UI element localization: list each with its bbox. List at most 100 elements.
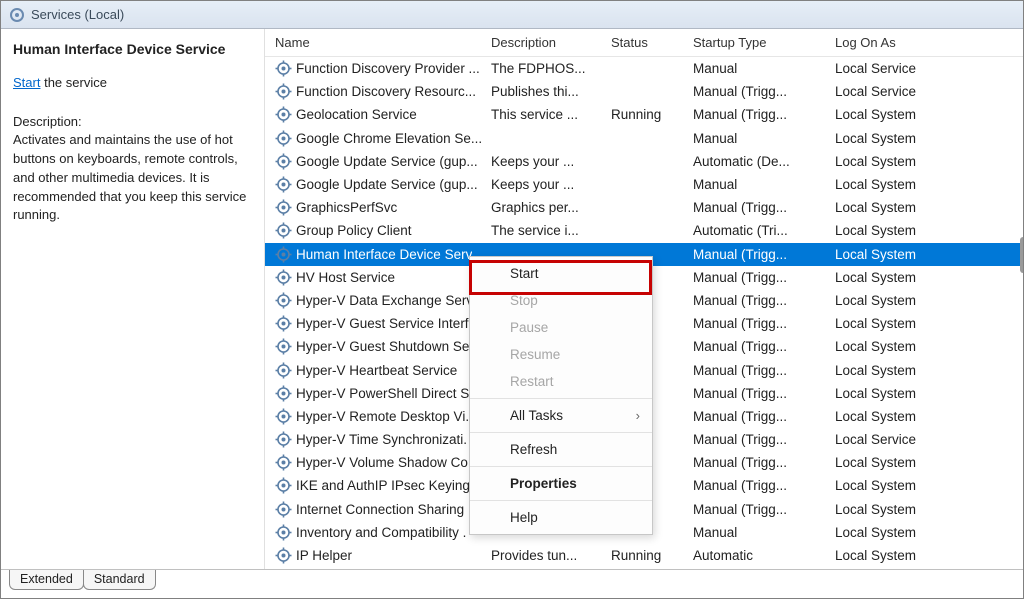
tab-standard[interactable]: Standard bbox=[83, 570, 156, 590]
table-row[interactable]: Function Discovery Resourc... Publishes t… bbox=[265, 80, 1023, 103]
row-logon: Local System bbox=[829, 478, 959, 493]
table-row[interactable]: Geolocation ServiceThis service ...Runni… bbox=[265, 103, 1023, 126]
vertical-scrollbar-thumb[interactable] bbox=[1020, 237, 1023, 273]
row-name: IKE and AuthIP IPsec Keying . bbox=[296, 478, 477, 493]
row-logon: Local System bbox=[829, 548, 959, 563]
service-gear-icon bbox=[275, 269, 292, 286]
row-startup-type: Manual (Trigg... bbox=[687, 455, 829, 470]
row-logon: Local System bbox=[829, 247, 959, 262]
row-startup-type: Manual (Trigg... bbox=[687, 316, 829, 331]
row-logon: Local Service bbox=[829, 61, 959, 76]
row-startup-type: Manual (Trigg... bbox=[687, 409, 829, 424]
menu-refresh[interactable]: Refresh bbox=[470, 436, 652, 463]
service-gear-icon bbox=[275, 338, 292, 355]
row-name: Group Policy Client bbox=[296, 223, 412, 238]
service-gear-icon bbox=[275, 130, 292, 147]
menu-separator bbox=[470, 398, 652, 399]
row-logon: Local System bbox=[829, 131, 959, 146]
table-row[interactable]: Google Update Service (gup...Keeps your … bbox=[265, 173, 1023, 196]
service-gear-icon bbox=[275, 385, 292, 402]
row-logon: Local Service bbox=[829, 432, 959, 447]
row-startup-type: Manual (Trigg... bbox=[687, 247, 829, 262]
row-logon: Local System bbox=[829, 386, 959, 401]
view-tabs: Extended Standard bbox=[1, 570, 1023, 594]
row-name: Geolocation Service bbox=[296, 107, 417, 122]
row-logon: Local Service bbox=[829, 84, 959, 99]
selected-service-name: Human Interface Device Service bbox=[13, 41, 254, 57]
row-name: Internet Connection Sharing bbox=[296, 502, 464, 517]
row-description: Provides tun... bbox=[485, 548, 605, 563]
col-description[interactable]: Description bbox=[485, 35, 605, 50]
service-gear-icon bbox=[275, 547, 292, 564]
row-description: Keeps your ... bbox=[485, 154, 605, 169]
row-startup-type: Manual bbox=[687, 525, 829, 540]
row-description: Publishes thi... bbox=[485, 84, 605, 99]
description-label: Description: bbox=[13, 114, 254, 129]
service-gear-icon bbox=[275, 501, 292, 518]
row-name: HV Host Service bbox=[296, 270, 395, 285]
service-gear-icon bbox=[275, 315, 292, 332]
start-service-line: Start the service bbox=[13, 75, 254, 90]
col-name[interactable]: Name bbox=[265, 35, 485, 50]
row-name: Hyper-V Heartbeat Service bbox=[296, 363, 457, 378]
table-row[interactable]: Function Discovery Provider ...The FDPHO… bbox=[265, 57, 1023, 80]
row-logon: Local System bbox=[829, 177, 959, 192]
col-logon-as[interactable]: Log On As bbox=[829, 35, 959, 50]
row-logon: Local System bbox=[829, 339, 959, 354]
row-name: Google Chrome Elevation Se... bbox=[296, 131, 482, 146]
menu-properties[interactable]: Properties bbox=[470, 470, 652, 497]
row-name: Google Update Service (gup... bbox=[296, 177, 478, 192]
menu-start[interactable]: Start bbox=[470, 260, 652, 287]
menu-resume: Resume bbox=[470, 341, 652, 368]
row-startup-type: Manual (Trigg... bbox=[687, 363, 829, 378]
row-status: Running bbox=[605, 107, 687, 122]
row-logon: Local System bbox=[829, 107, 959, 122]
service-gear-icon bbox=[275, 176, 292, 193]
table-row[interactable]: Google Update Service (gup... Keeps your … bbox=[265, 150, 1023, 173]
row-name: Hyper-V Data Exchange Serv bbox=[296, 293, 473, 308]
row-description: The service i... bbox=[485, 223, 605, 238]
service-gear-icon bbox=[275, 60, 292, 77]
row-logon: Local System bbox=[829, 363, 959, 378]
service-gear-icon bbox=[275, 454, 292, 471]
row-logon: Local System bbox=[829, 409, 959, 424]
row-startup-type: Manual (Trigg... bbox=[687, 270, 829, 285]
row-logon: Local System bbox=[829, 270, 959, 285]
row-name: Function Discovery Resourc... bbox=[296, 84, 476, 99]
row-logon: Local System bbox=[829, 316, 959, 331]
row-description: Graphics per... bbox=[485, 200, 605, 215]
row-startup-type: Manual (Trigg... bbox=[687, 478, 829, 493]
table-row[interactable]: IP HelperProvides tun...RunningAutomatic… bbox=[265, 544, 1023, 567]
row-name: Google Update Service (gup... bbox=[296, 154, 478, 169]
row-name: GraphicsPerfSvc bbox=[296, 200, 397, 215]
service-gear-icon bbox=[275, 477, 292, 494]
services-header: Services (Local) bbox=[1, 1, 1023, 29]
tab-extended[interactable]: Extended bbox=[9, 570, 84, 590]
table-row[interactable]: Group Policy ClientThe service i...Autom… bbox=[265, 219, 1023, 242]
service-gear-icon bbox=[275, 199, 292, 216]
menu-help[interactable]: Help bbox=[470, 504, 652, 531]
row-name: Hyper-V Time Synchronizati. bbox=[296, 432, 467, 447]
table-row[interactable]: GraphicsPerfSvcGraphics per...Manual (Tr… bbox=[265, 196, 1023, 219]
menu-all-tasks[interactable]: All Tasks bbox=[470, 402, 652, 429]
menu-pause: Pause bbox=[470, 314, 652, 341]
row-name: Function Discovery Provider ... bbox=[296, 61, 480, 76]
row-name: Hyper-V Guest Shutdown Se bbox=[296, 339, 469, 354]
column-header: Name Description Status Startup Type Log… bbox=[265, 29, 1023, 57]
start-service-link[interactable]: Start bbox=[13, 75, 40, 90]
row-startup-type: Manual (Trigg... bbox=[687, 432, 829, 447]
service-gear-icon bbox=[275, 222, 292, 239]
service-gear-icon bbox=[275, 106, 292, 123]
col-status[interactable]: Status bbox=[605, 35, 687, 50]
col-startup-type[interactable]: Startup Type bbox=[687, 35, 829, 50]
row-logon: Local System bbox=[829, 455, 959, 470]
row-name: Hyper-V Guest Service Interf bbox=[296, 316, 469, 331]
detail-pane: Human Interface Device Service Start the… bbox=[1, 29, 265, 569]
row-startup-type: Manual (Trigg... bbox=[687, 107, 829, 122]
services-icon bbox=[9, 7, 25, 23]
service-gear-icon bbox=[275, 431, 292, 448]
table-row[interactable]: Google Chrome Elevation Se...ManualLocal… bbox=[265, 127, 1023, 150]
menu-stop: Stop bbox=[470, 287, 652, 314]
menu-restart: Restart bbox=[470, 368, 652, 395]
row-startup-type: Manual (Trigg... bbox=[687, 84, 829, 99]
